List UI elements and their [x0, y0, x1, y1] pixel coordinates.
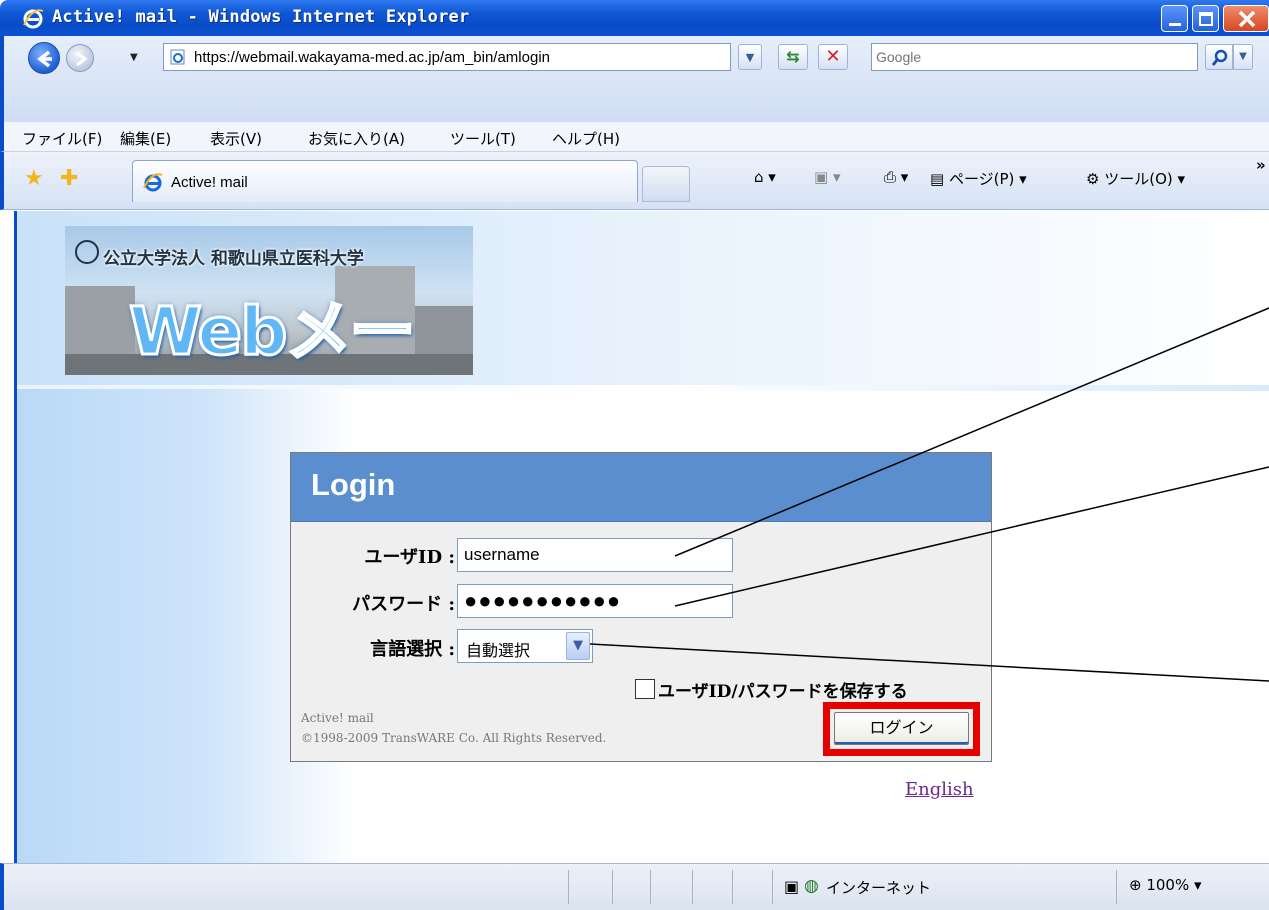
- university-name: 公立大学法人 和歌山県立医科大学: [103, 249, 364, 269]
- new-tab-button[interactable]: [642, 166, 690, 202]
- maximize-icon: [1199, 12, 1213, 26]
- tab-label: Active! mail: [171, 174, 248, 191]
- search-box[interactable]: [871, 43, 1198, 71]
- status-separator: [650, 870, 651, 904]
- menu-edit[interactable]: 編集(E): [120, 128, 171, 149]
- webmail-banner: 公立大学法人 和歌山県立医科大学 Webメール: [65, 226, 473, 375]
- close-button[interactable]: [1223, 5, 1269, 32]
- maximize-button[interactable]: [1192, 5, 1219, 32]
- english-link[interactable]: English: [905, 779, 974, 800]
- title-bar: Active! mail - Windows Internet Explorer: [0, 0, 1269, 36]
- ie-logo-icon: [23, 9, 44, 29]
- menu-favorites[interactable]: お気に入り(A): [308, 128, 405, 149]
- webmail-logo-text: Webメール: [128, 292, 417, 372]
- search-button[interactable]: [1205, 44, 1233, 70]
- back-arrow-icon: [37, 50, 52, 68]
- language-label: 言語選択 :: [370, 639, 455, 660]
- menu-tools[interactable]: ツール(T): [450, 128, 516, 149]
- login-button[interactable]: ログイン: [834, 712, 969, 745]
- security-zone-label: インターネット: [826, 879, 932, 897]
- password-label: パスワード :: [352, 594, 455, 615]
- add-favorite-icon[interactable]: ✚: [60, 166, 78, 191]
- minimize-button[interactable]: [1161, 5, 1188, 32]
- page-menu[interactable]: ▤ ページ(P) ▾: [930, 168, 1027, 189]
- user-id-input[interactable]: [457, 538, 733, 572]
- save-credentials-checkbox[interactable]: [635, 679, 655, 699]
- internet-zone-icon: ◍: [804, 876, 819, 896]
- search-icon: [1211, 49, 1228, 66]
- login-header: Login: [291, 453, 991, 522]
- stop-icon: ✕: [825, 46, 841, 67]
- url-text: https://webmail.wakayama-med.ac.jp/am_bi…: [194, 49, 550, 66]
- zoom-value: 100%: [1146, 876, 1190, 894]
- status-separator: [1116, 870, 1117, 904]
- back-button[interactable]: [28, 42, 60, 74]
- language-value: 自動選択: [466, 641, 531, 660]
- refresh-icon: ⇆: [786, 47, 800, 66]
- favorites-center-icon[interactable]: ★: [24, 166, 44, 191]
- close-icon: [1238, 10, 1256, 28]
- forward-button[interactable]: [66, 44, 94, 72]
- login-title: Login: [311, 467, 396, 502]
- copyright: ©1998-2009 TransWARE Co. All Rights Rese…: [301, 731, 607, 745]
- window-title: Active! mail - Windows Internet Explorer: [52, 7, 470, 27]
- search-options-button[interactable]: ▼: [1233, 44, 1253, 70]
- user-id-label: ユーザID :: [364, 547, 455, 568]
- status-separator: [692, 870, 693, 904]
- stop-button[interactable]: ✕: [818, 44, 848, 70]
- status-separator: [772, 870, 773, 904]
- address-bar[interactable]: https://webmail.wakayama-med.ac.jp/am_bi…: [163, 43, 731, 71]
- login-panel: Login ユーザID : パスワード : ●●●●●●●●●●● 言語選択 :…: [290, 452, 992, 762]
- product-name: Active! mail: [301, 711, 374, 725]
- menu-file[interactable]: ファイル(F): [22, 128, 102, 149]
- language-select[interactable]: 自動選択 ▼: [457, 629, 593, 663]
- tab-toolbar: ★ ✚ Active! mail ⌂ ▾ ▣ ▾ ⎙ ▾ ▤ ページ(P) ▾ …: [0, 152, 1269, 210]
- menu-help[interactable]: ヘルプ(H): [552, 128, 620, 149]
- minimize-icon: [1169, 23, 1181, 26]
- forward-arrow-icon: [76, 51, 88, 67]
- password-input[interactable]: ●●●●●●●●●●●: [457, 584, 733, 618]
- feeds-icon[interactable]: ▣ ▾: [814, 168, 840, 186]
- status-separator: [568, 870, 569, 904]
- chevron-down-icon[interactable]: ▼: [566, 632, 590, 660]
- home-icon[interactable]: ⌂ ▾: [754, 168, 776, 186]
- menu-view[interactable]: 表示(V): [210, 128, 262, 149]
- refresh-button[interactable]: ⇆: [778, 44, 808, 70]
- ie-page-icon: [143, 173, 163, 192]
- address-toolbar: ▼ https://webmail.wakayama-med.ac.jp/am_…: [0, 36, 1269, 122]
- save-credentials-label[interactable]: ユーザID/パスワードを保存する: [658, 677, 908, 702]
- protected-mode-icon[interactable]: ▣: [784, 877, 799, 896]
- status-separator: [612, 870, 613, 904]
- tools-menu-label: ツール(O): [1104, 170, 1173, 188]
- more-commands-icon[interactable]: »: [1256, 156, 1266, 174]
- zoom-level[interactable]: ⊕ 100% ▾: [1129, 876, 1202, 894]
- address-dropdown-button[interactable]: ▼: [738, 44, 762, 70]
- university-crest-icon: [75, 240, 99, 264]
- search-input[interactable]: [876, 47, 1192, 67]
- tab-active-mail[interactable]: Active! mail: [132, 160, 638, 202]
- tools-menu[interactable]: ⚙ ツール(O) ▾: [1086, 168, 1185, 189]
- status-separator: [732, 870, 733, 904]
- menu-bar: ファイル(F) 編集(E) 表示(V) お気に入り(A) ツール(T) ヘルプ(…: [0, 122, 1269, 152]
- page-content: 公立大学法人 和歌山県立医科大学 Webメール Login ユーザID : パス…: [14, 211, 1269, 863]
- page-menu-label: ページ(P): [948, 170, 1015, 188]
- print-icon[interactable]: ⎙ ▾: [884, 168, 908, 186]
- page-icon: [170, 49, 185, 65]
- status-bar: ▣ ◍ インターネット ⊕ 100% ▾: [0, 863, 1269, 910]
- history-dropdown-icon[interactable]: ▼: [130, 52, 138, 63]
